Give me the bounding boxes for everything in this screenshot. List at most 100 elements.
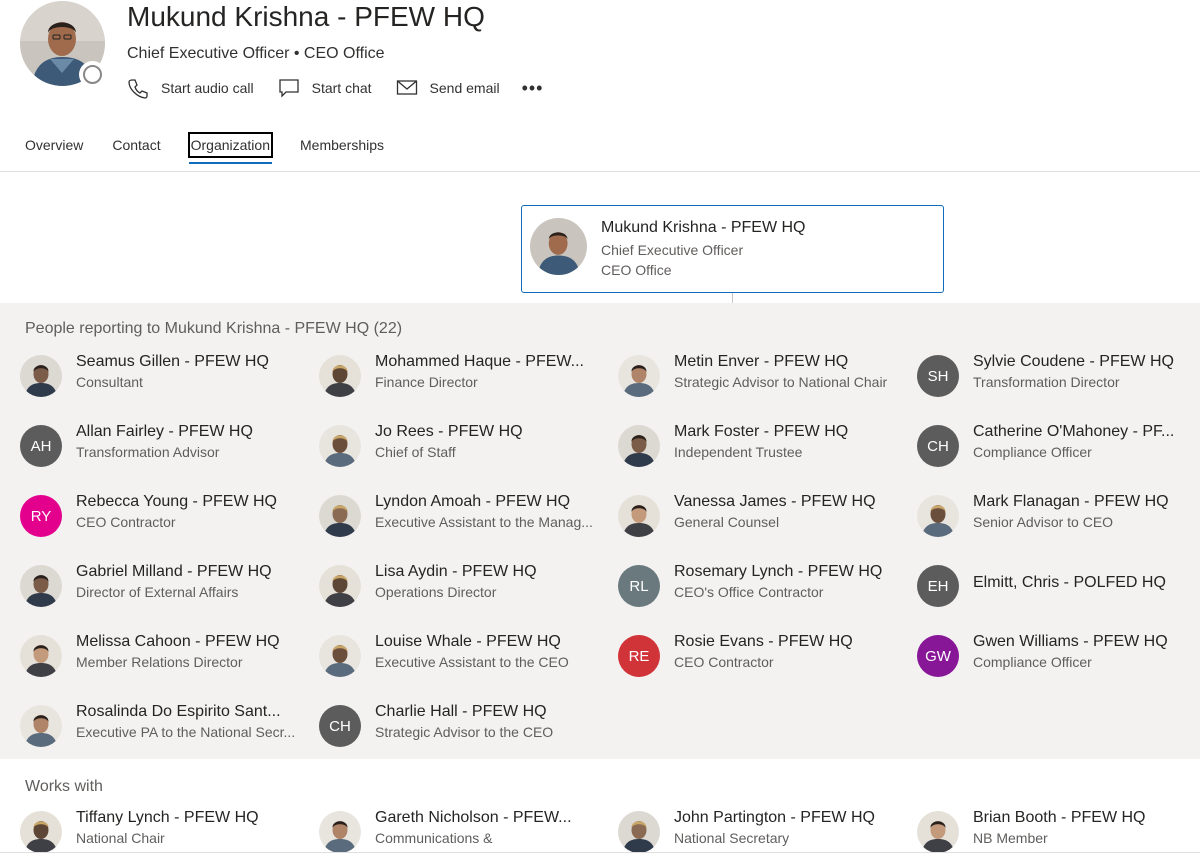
person-role: Strategic Advisor to National Chair [674,374,888,390]
person-role: CEO Contractor [674,654,774,670]
reports-heading: People reporting to Mukund Krishna - PFE… [25,320,403,337]
send-email-button[interactable]: Send email [396,79,500,97]
avatar [530,218,587,275]
tab-divider [0,171,1200,172]
manager-name: Mukund Krishna - PFEW HQ [601,219,806,236]
person-card[interactable]: Jo Rees - PFEW HQ Chief of Staff [319,421,609,471]
person-name: Melissa Cahoon - PFEW HQ [76,633,280,650]
person-name: Rebecca Young - PFEW HQ [76,493,277,510]
person-role: Senior Advisor to CEO [973,514,1114,530]
works-with-heading: Works with [25,778,103,795]
person-role: NB Member [973,830,1048,846]
avatar [319,811,361,853]
start-audio-call-label: Start audio call [161,80,254,96]
avatar [319,565,361,607]
profile-subtitle: Chief Executive Officer • CEO Office [127,45,385,62]
person-name: Metin Enver - PFEW HQ [674,353,849,370]
person-card[interactable]: Lisa Aydin - PFEW HQ Operations Director [319,561,609,611]
direct-reports-section: People reporting to Mukund Krishna - PFE… [0,303,1200,759]
avatar: CH [319,705,361,747]
person-role: Member Relations Director [76,654,243,670]
person-name: Charlie Hall - PFEW HQ [375,703,547,720]
person-card[interactable]: EH Elmitt, Chris - POLFED HQ [917,561,1200,611]
person-name: Sylvie Coudene - PFEW HQ [973,353,1174,370]
person-card[interactable]: Brian Booth - PFEW HQ NB Member [917,807,1200,857]
person-name: Elmitt, Chris - POLFED HQ [973,574,1166,591]
person-role: Executive PA to the National Secr... [76,724,296,740]
person-name: Rosalinda Do Espirito Sant... [76,703,281,720]
person-role: National Chair [76,830,165,846]
person-name: Mohammed Haque - PFEW... [375,353,584,370]
person-role: CEO's Office Contractor [674,584,824,600]
person-card[interactable]: Tiffany Lynch - PFEW HQ National Chair [20,807,310,857]
person-name: John Partington - PFEW HQ [674,809,875,826]
person-role: Executive Assistant to the Manag... [375,514,593,530]
person-card[interactable]: Mohammed Haque - PFEW... Finance Director [319,351,609,401]
person-name: Allan Fairley - PFEW HQ [76,423,253,440]
person-name: Vanessa James - PFEW HQ [674,493,876,510]
avatar: GW [917,635,959,677]
person-role: Communications & [375,830,493,846]
avatar: SH [917,355,959,397]
person-card[interactable]: Seamus Gillen - PFEW HQ Consultant [20,351,310,401]
person-role: General Counsel [674,514,780,530]
manager-card[interactable]: Mukund Krishna - PFEW HQ Chief Executive… [521,205,944,293]
person-role: Director of External Affairs [76,584,239,600]
person-card[interactable]: RL Rosemary Lynch - PFEW HQ CEO's Office C… [618,561,908,611]
person-card[interactable]: RE Rosie Evans - PFEW HQ CEO Contractor [618,631,908,681]
divider [0,852,1200,853]
tab-contact[interactable]: Contact [112,134,160,156]
tab-overview[interactable]: Overview [25,134,83,156]
person-card[interactable]: Vanessa James - PFEW HQ General Counsel [618,491,908,541]
person-card[interactable]: Louise Whale - PFEW HQ Executive Assistan… [319,631,609,681]
start-chat-button[interactable]: Start chat [278,78,372,98]
person-card[interactable]: Mark Foster - PFEW HQ Independent Trustee [618,421,908,471]
tab-memberships[interactable]: Memberships [300,134,384,156]
avatar: EH [917,565,959,607]
chat-icon [278,79,299,98]
avatar [319,635,361,677]
person-role: Operations Director [375,584,497,600]
person-card[interactable]: AH Allan Fairley - PFEW HQ Transformation … [20,421,310,471]
person-card[interactable]: Mark Flanagan - PFEW HQ Senior Advisor to… [917,491,1200,541]
start-audio-call-button[interactable]: Start audio call [127,77,254,99]
manager-title: Chief Executive Officer [601,242,744,258]
person-name: Gabriel Milland - PFEW HQ [76,563,272,580]
person-name: Tiffany Lynch - PFEW HQ [76,809,259,826]
person-name: Brian Booth - PFEW HQ [973,809,1146,826]
person-card[interactable]: SH Sylvie Coudene - PFEW HQ Transformation… [917,351,1200,401]
works-with-section: Works with Tiffany Lynch - PFEW HQ Nation… [0,759,1200,861]
avatar [20,635,62,677]
mail-icon [396,80,417,95]
person-card[interactable]: Gabriel Milland - PFEW HQ Director of Ext… [20,561,310,611]
avatar [319,495,361,537]
person-card[interactable]: Lyndon Amoah - PFEW HQ Executive Assistan… [319,491,609,541]
person-card[interactable]: Metin Enver - PFEW HQ Strategic Advisor t… [618,351,908,401]
send-email-label: Send email [429,80,500,96]
person-card[interactable]: John Partington - PFEW HQ National Secret… [618,807,908,857]
person-card[interactable]: Melissa Cahoon - PFEW HQ Member Relations… [20,631,310,681]
person-name: Gareth Nicholson - PFEW... [375,809,572,826]
person-card[interactable]: Rosalinda Do Espirito Sant... Executive P… [20,701,310,751]
person-role: National Secretary [674,830,790,846]
person-name: Rosie Evans - PFEW HQ [674,633,853,650]
person-name: Seamus Gillen - PFEW HQ [76,353,269,370]
person-role: Compliance Officer [973,444,1092,460]
avatar [20,355,62,397]
person-role: Finance Director [375,374,478,390]
person-card[interactable]: GW Gwen Williams - PFEW HQ Compliance Offi… [917,631,1200,681]
start-chat-label: Start chat [311,80,372,96]
person-name: Mark Flanagan - PFEW HQ [973,493,1169,510]
profile-tabs: Overview Contact Organization Membership… [25,132,413,168]
person-card[interactable]: RY Rebecca Young - PFEW HQ CEO Contractor [20,491,310,541]
person-role: Compliance Officer [973,654,1092,670]
tab-organization[interactable]: Organization [187,132,274,164]
person-card[interactable]: Gareth Nicholson - PFEW... Communications… [319,807,609,857]
person-card[interactable]: CH Charlie Hall - PFEW HQ Strategic Adviso… [319,701,609,751]
person-role: Transformation Director [973,374,1120,390]
person-card[interactable]: CH Catherine O'Mahoney - PF... Compliance … [917,421,1200,471]
profile-name: Mukund Krishna - PFEW HQ [127,1,485,32]
person-role: Chief of Staff [375,444,456,460]
more-options-icon[interactable]: ••• [522,78,544,99]
avatar [20,705,62,747]
